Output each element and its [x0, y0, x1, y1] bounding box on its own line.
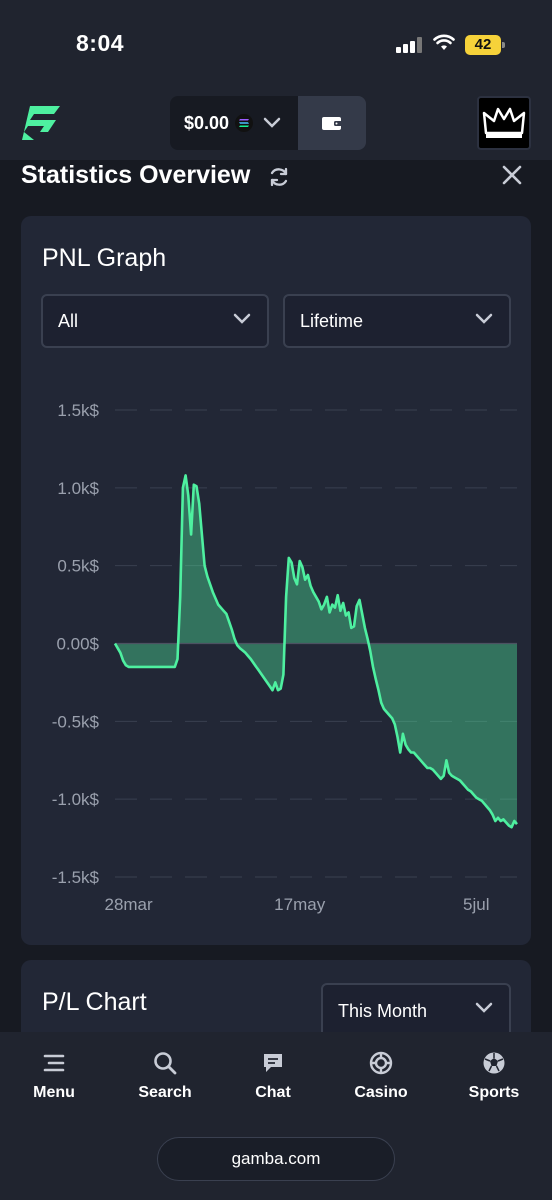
refresh-icon[interactable] — [268, 166, 290, 188]
pnl-chart: 1.5k$ 1.0k$ 0.5k$ 0.00$ -0.5k$ -1.0k$ -1.5k$28… — [52, 401, 518, 914]
wifi-icon — [433, 34, 455, 50]
pnl-graph-card: PNL Graph All Lifetime 1.5k$ 1.0k$ 0.5k$ 0.… — [21, 216, 531, 945]
nav-sports[interactable]: Sports — [449, 1050, 539, 1102]
nav-chat[interactable]: Chat — [228, 1050, 318, 1102]
casino-chip-icon — [369, 1051, 393, 1075]
balance-value: $0.00 — [184, 112, 230, 133]
soccer-ball-icon — [483, 1052, 505, 1074]
y-tick-label: 1.5k$ — [57, 401, 99, 420]
y-tick-label: -1.0k$ — [52, 790, 100, 809]
y-tick-label: 0.5k$ — [57, 557, 99, 576]
pl-period-select[interactable]: This Month — [321, 983, 511, 1039]
pl-chart-title: P/L Chart — [42, 988, 147, 1016]
y-tick-label: -1.5k$ — [52, 868, 100, 887]
x-tick-label: 5jul — [463, 895, 489, 914]
page-title: Statistics Overview — [21, 161, 251, 189]
chevron-down-icon — [475, 1002, 493, 1013]
solana-icon — [235, 114, 254, 132]
y-tick-label: 0.00$ — [56, 635, 99, 654]
nav-search-label: Search — [138, 1084, 192, 1101]
status-time: 8:04 — [76, 30, 125, 56]
close-icon[interactable] — [500, 163, 524, 187]
bottom-nav: Menu Search Chat Casino Sports gamba.com — [0, 1032, 552, 1200]
pl-period-value: This Month — [338, 1000, 428, 1021]
nav-search[interactable]: Search — [120, 1050, 210, 1102]
y-tick-label: -0.5k$ — [52, 712, 100, 731]
y-tick-label: 1.0k$ — [57, 479, 99, 498]
balance-dropdown[interactable]: $0.00 — [170, 96, 298, 150]
nav-chat-label: Chat — [255, 1084, 291, 1101]
chevron-down-icon — [263, 117, 281, 128]
nav-menu-label: Menu — [33, 1084, 75, 1101]
x-tick-label: 28mar — [104, 895, 153, 914]
nav-casino[interactable]: Casino — [336, 1050, 426, 1102]
nav-sports-label: Sports — [468, 1084, 520, 1101]
wallet-icon — [322, 117, 342, 130]
nav-casino-label: Casino — [354, 1084, 408, 1101]
menu-icon — [43, 1054, 65, 1072]
crown-avatar-icon[interactable] — [477, 96, 531, 150]
gamba-logo-icon[interactable] — [20, 102, 62, 144]
app-header: $0.00 — [0, 86, 552, 160]
x-tick-label: 17may — [274, 895, 326, 914]
wallet-button[interactable] — [298, 96, 366, 150]
battery-indicator: 42 — [465, 35, 505, 55]
chat-icon — [264, 1054, 282, 1072]
pnl-area — [115, 475, 517, 828]
nav-menu[interactable]: Menu — [9, 1050, 99, 1102]
status-bar: 8:04 42 — [0, 0, 552, 86]
search-icon — [154, 1052, 177, 1075]
browser-url-bar[interactable]: gamba.com — [157, 1137, 395, 1181]
cellular-signal-icon — [396, 37, 424, 53]
